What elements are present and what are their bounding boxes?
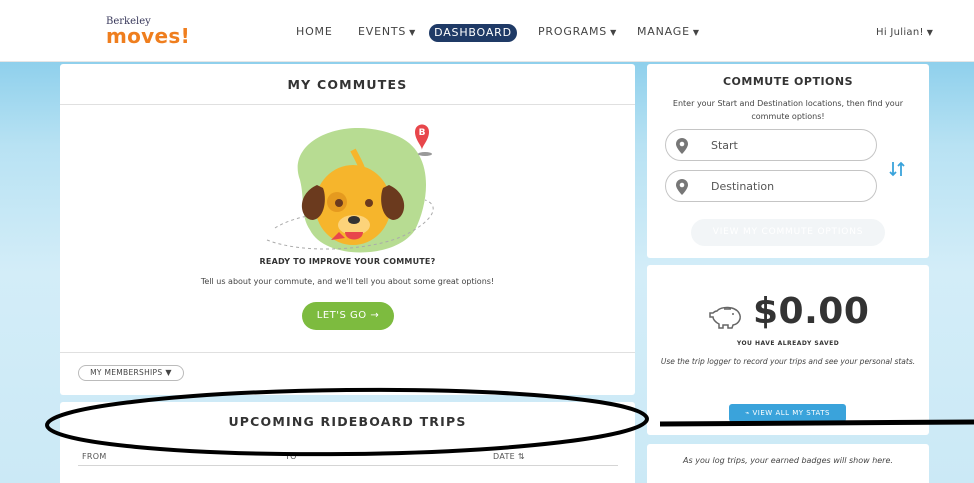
commute-options-description: Enter your Start and Destination locatio…: [672, 99, 904, 121]
start-input[interactable]: Start: [665, 129, 877, 161]
nav-manage-label: MANAGE: [637, 25, 690, 38]
nav-events-label: EVENTS: [358, 25, 407, 38]
view-all-stats-button[interactable]: ⌁ VIEW ALL MY STATS: [729, 404, 846, 422]
nav-manage[interactable]: MANAGE ▼: [637, 25, 700, 38]
chevron-down-icon: ▼: [692, 28, 700, 37]
chevron-down-icon: ▼: [610, 28, 618, 37]
piggy-bank-icon: [709, 306, 741, 329]
savings-label: YOU HAVE ALREADY SAVED: [736, 340, 840, 347]
logo-main-text: moves!: [106, 24, 191, 48]
chevron-down-icon: ▼: [165, 368, 172, 377]
destination-input[interactable]: Destination: [665, 170, 877, 202]
my-commutes-title: MY COMMUTES: [287, 77, 408, 92]
nav-home[interactable]: HOME: [296, 25, 333, 38]
divider: [60, 104, 635, 105]
pin-letter: B: [419, 128, 426, 138]
start-placeholder: Start: [711, 139, 738, 152]
savings-card: $0.00 YOU HAVE ALREADY SAVED Use the tri…: [647, 265, 929, 435]
nav-programs-label: PROGRAMS: [538, 25, 608, 38]
column-date[interactable]: DATE ⇅: [493, 452, 525, 461]
nav-home-label: HOME: [296, 25, 333, 38]
nav-events[interactable]: EVENTS ▼: [358, 25, 416, 38]
user-greeting: Hi Julian!: [876, 27, 924, 38]
commute-options-card: COMMUTE OPTIONS Enter your Start and Des…: [647, 64, 929, 258]
trip-logger-text: Use the trip logger to record your trips…: [660, 357, 916, 366]
lets-go-button[interactable]: LET'S GO →: [302, 302, 394, 330]
badges-text: As you log trips, your earned badges wil…: [683, 456, 893, 465]
rideboard-title: UPCOMING RIDEBOARD TRIPS: [228, 414, 467, 429]
my-commutes-card: MY COMMUTES B READY TO IMPROVE YOUR COMM…: [60, 64, 635, 395]
rideboard-trips-card: UPCOMING RIDEBOARD TRIPS FROM TO DATE ⇅: [60, 402, 635, 483]
view-commute-options-button[interactable]: VIEW MY COMMUTE OPTIONS: [691, 219, 885, 246]
divider: [60, 352, 635, 353]
location-pin-icon: [676, 179, 688, 195]
savings-amount: $0.00: [753, 291, 870, 332]
column-to[interactable]: TO: [285, 452, 297, 461]
dog-illustration-icon: B: [266, 124, 434, 253]
user-menu[interactable]: Hi Julian! ▼: [876, 27, 933, 38]
swap-locations-icon[interactable]: [887, 159, 907, 179]
location-pin-icon: [676, 138, 688, 154]
my-memberships-dropdown[interactable]: MY MEMBERSHIPS ▼: [78, 365, 184, 381]
memberships-label: MY MEMBERSHIPS: [90, 368, 163, 377]
commute-options-title: COMMUTE OPTIONS: [722, 75, 854, 88]
destination-placeholder: Destination: [711, 180, 775, 193]
tell-us-text: Tell us about your commute, and we'll te…: [200, 277, 495, 286]
activity-icon: ⌁: [745, 409, 753, 417]
chevron-down-icon: ▼: [926, 28, 934, 37]
stats-button-label: VIEW ALL MY STATS: [752, 409, 830, 417]
nav-dashboard-label: DASHBOARD: [434, 26, 512, 39]
chevron-down-icon: ▼: [409, 28, 417, 37]
nav-dashboard[interactable]: DASHBOARD: [429, 24, 517, 42]
table-divider: [78, 465, 618, 466]
badges-card: As you log trips, your earned badges wil…: [647, 444, 929, 483]
column-from[interactable]: FROM: [82, 452, 107, 461]
berkeley-moves-logo[interactable]: Berkeley moves!: [106, 17, 191, 48]
ready-heading: READY TO IMPROVE YOUR COMMUTE?: [259, 257, 436, 266]
nav-programs[interactable]: PROGRAMS ▼: [538, 25, 617, 38]
top-navbar: Berkeley moves! HOME EVENTS ▼ DASHBOARD P…: [0, 0, 974, 62]
